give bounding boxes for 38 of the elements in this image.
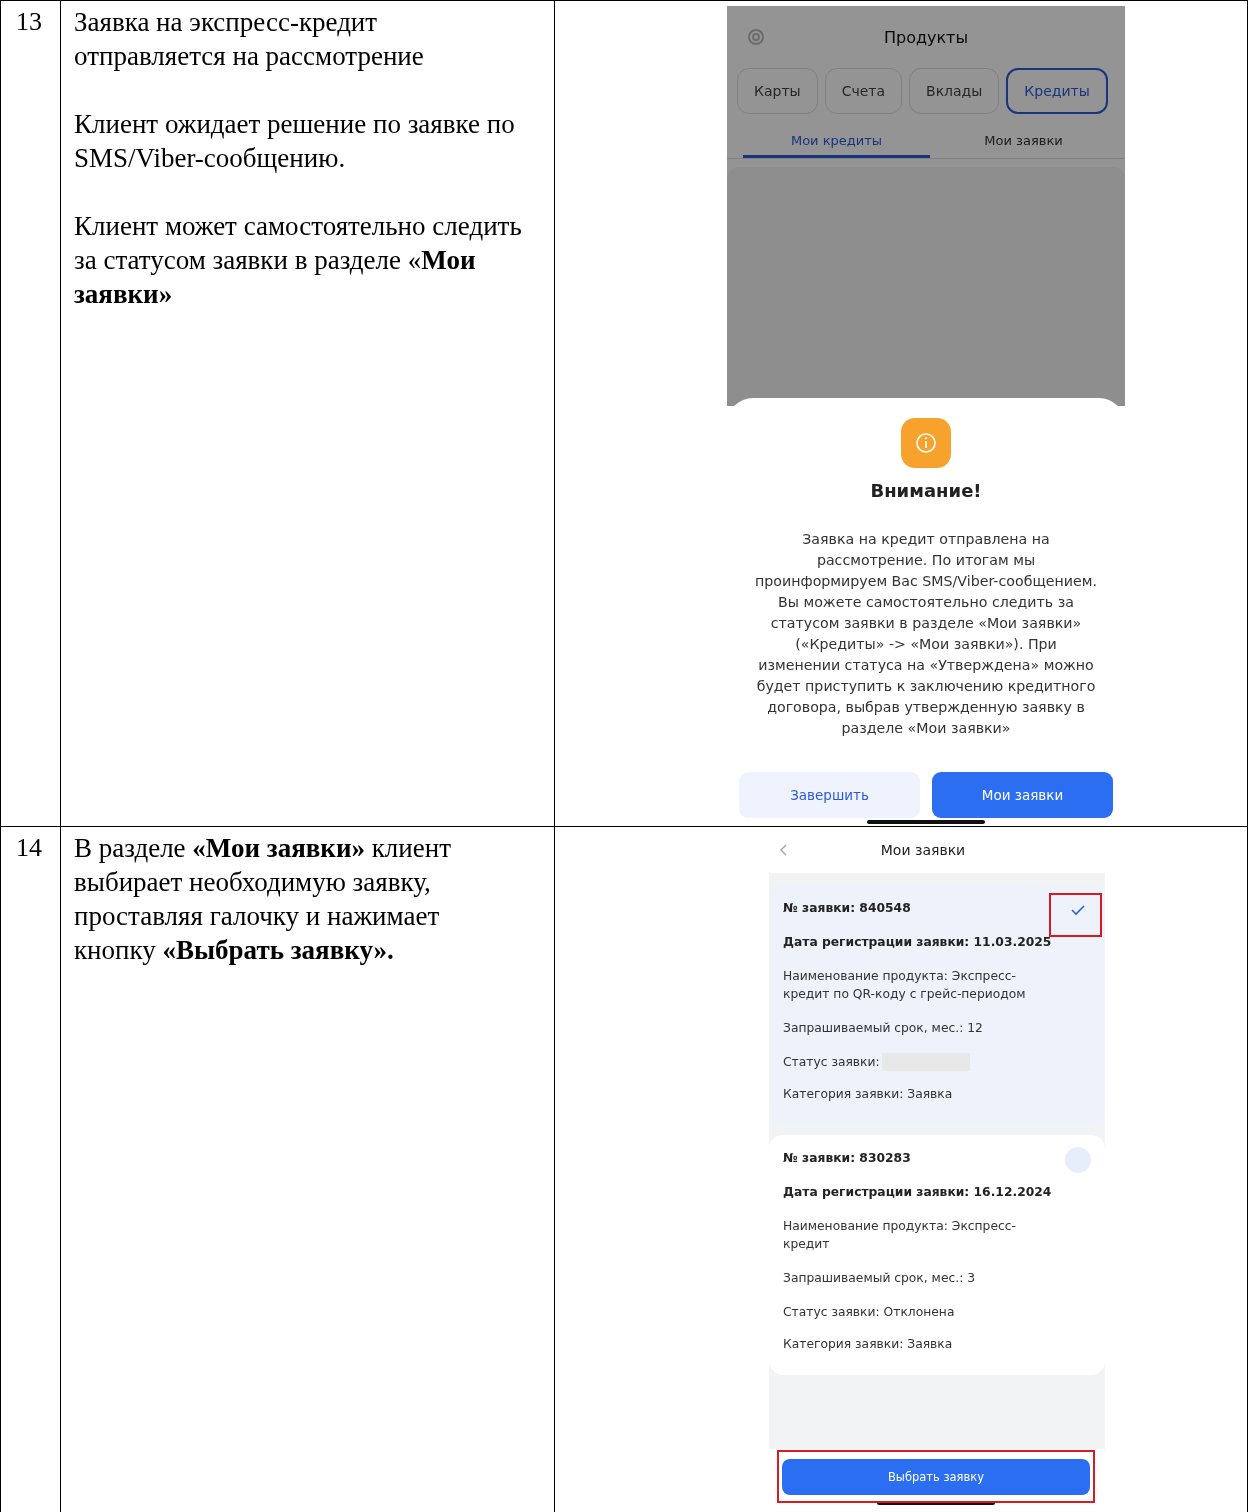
primary-button[interactable]: Мои заявки <box>932 772 1113 818</box>
select-application-button[interactable]: Выбрать заявку <box>782 1459 1090 1495</box>
secondary-button[interactable]: Завершить <box>739 772 920 818</box>
back-icon <box>778 843 788 857</box>
checkbox[interactable] <box>1065 1147 1091 1173</box>
application-card[interactable]: № заявки: 840548 Дата регистрации заявки: 11.03.2025 Наименование продукта: Экспресс-кредит по QR-коду с грейс-периодом Запрашиваемый срок, мес.: 12 Статус заявки: Категория заявки: Заявка <box>769 885 1105 1125</box>
modal-message: Заявка на кредит отправлена на рассмотрение. По итогам мы проинформируем Вас SMS/Viber-сообщением. Вы можете самостоятельно следить за статусом заявки в разделе «Мои заявки» («Кредиты» -> «Мои заявки»). При изменении статуса на «Утверждена» можно будет приступить к заключению кредитного договора, выбрав утвержденную заявку в разделе «Мои заявки» <box>754 530 1098 738</box>
application-status: Статус заявки: Отклонена <box>783 1304 955 1321</box>
requested-term: Запрашиваемый срок, мес.: 12 <box>783 1020 984 1037</box>
application-number: № заявки: 840548 <box>783 900 912 917</box>
screen-title: Продукты <box>882 27 970 47</box>
application-category: Категория заявки: Заявка <box>783 1086 954 1103</box>
product-name: Наименование продукта: Экспресс-кредит по QR-коду с грейс-периодом <box>783 968 1027 1003</box>
application-card[interactable]: № заявки: 830283 Дата регистрации заявки: 16.12.2024 Наименование продукта: Экспресс-кредит Запрашиваемый срок, мес.: 3 Статус заявки: Отклонена Категория заявки: Заявка <box>769 1135 1105 1375</box>
product-name: Наименование продукта: Экспресс-кредит <box>783 1218 1017 1253</box>
application-status: Статус заявки: <box>783 1054 880 1071</box>
check-icon <box>1071 904 1085 916</box>
application-number: № заявки: 830283 <box>783 1150 912 1167</box>
category-tab[interactable]: Счета <box>824 68 903 114</box>
settings-icon <box>745 26 767 48</box>
registration-date: Дата регистрации заявки: 16.12.2024 <box>783 1184 1053 1201</box>
step-number: 13 <box>15 6 43 37</box>
sub-tab[interactable]: Мои кредиты <box>743 126 930 158</box>
step-description: Клиент ожидает решение по заявке по SMS/Viber-сообщению. <box>74 108 516 175</box>
step-description: Клиент может самостоятельно следить за статусом заявки в разделе «Мои заявки» <box>74 210 523 311</box>
application-category: Категория заявки: Заявка <box>783 1336 954 1353</box>
screen-title: Мои заявки <box>879 842 967 858</box>
info-icon <box>901 418 951 468</box>
step-description: Заявка на экспресс-кредит отправляется на рассмотрение <box>74 6 425 73</box>
category-tab[interactable]: Карты <box>737 68 818 114</box>
sub-tab[interactable]: Мои заявки <box>930 126 1117 158</box>
step-number: 14 <box>15 832 43 863</box>
requested-term: Запрашиваемый срок, мес.: 3 <box>783 1270 976 1287</box>
category-tab[interactable]: Кредиты <box>1006 68 1108 114</box>
registration-date: Дата регистрации заявки: 11.03.2025 <box>783 934 1053 951</box>
step-description: В разделе «Мои заявки» клиент выбирает необходимую заявку, проставляя галочку и нажимает кнопку «Выбрать заявку». <box>74 832 452 967</box>
category-tab[interactable]: Вклады <box>909 68 1000 114</box>
modal-title: Внимание! <box>870 480 982 501</box>
